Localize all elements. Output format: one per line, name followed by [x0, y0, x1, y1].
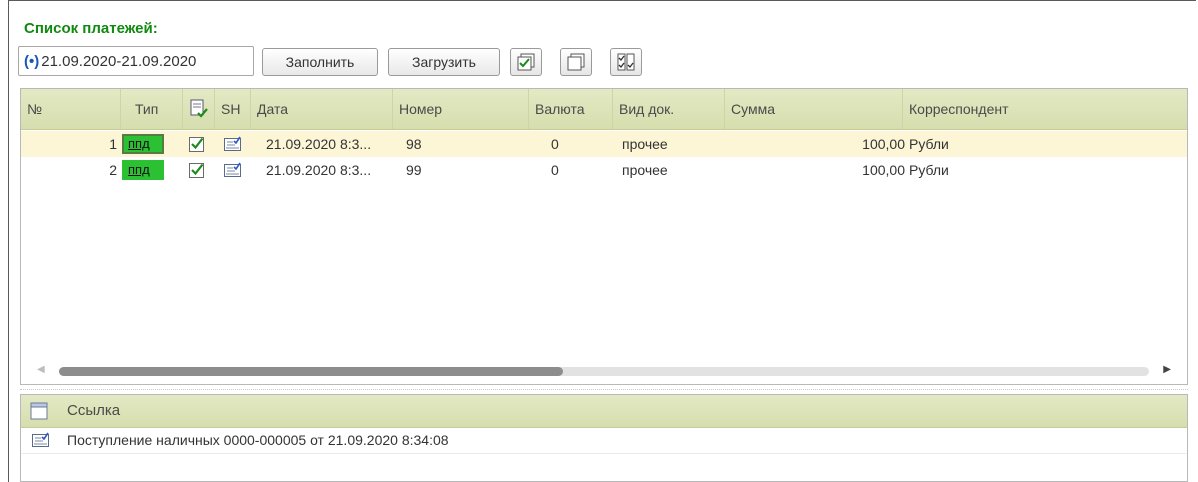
- col-header-vid[interactable]: Вид док.: [613, 89, 725, 129]
- horizontal-scrollbar[interactable]: ◀ ▶: [21, 359, 1187, 384]
- row-num: 1: [109, 136, 117, 152]
- scroll-left-icon[interactable]: ◀: [37, 364, 45, 375]
- scrollbar-thumb[interactable]: [59, 367, 563, 376]
- col-header-ref[interactable]: Ссылка: [67, 395, 120, 427]
- document-icon: [32, 432, 49, 447]
- row-vid: прочее: [622, 162, 668, 178]
- reference-link[interactable]: Поступление наличных 0000-000005 от 21.0…: [67, 427, 449, 453]
- document-icon: [30, 402, 48, 420]
- deselect-all-button[interactable]: [560, 48, 592, 76]
- period-indicator-icon: (•): [24, 52, 40, 70]
- row-doc[interactable]: [223, 131, 247, 157]
- period-selector[interactable]: (•) 21.09.2020-21.09.2020: [18, 46, 254, 76]
- table-row[interactable]: 2 ппд 21.09.2020 8:3... 99 0 прочее 100,…: [21, 157, 1187, 183]
- col-header-checked[interactable]: [183, 89, 215, 129]
- document-check-icon: [190, 99, 208, 118]
- col-header-tip[interactable]: Тип: [121, 89, 183, 129]
- col-header-num[interactable]: №: [21, 89, 121, 129]
- period-value: 21.09.2020-21.09.2020: [41, 52, 197, 70]
- fill-button[interactable]: Заполнить: [262, 48, 378, 76]
- checkbox-checked-icon: [189, 163, 204, 178]
- invert-selection-button[interactable]: [610, 48, 642, 76]
- table-row[interactable]: 1 ппд 21.09.2020 8:3... 98 0 прочее 100,…: [21, 131, 1187, 157]
- type-badge: ппд: [122, 134, 164, 154]
- table-header: № Тип SH Дата Номер Валюта Вид док. Сумм…: [21, 89, 1187, 130]
- document-icon: [224, 136, 241, 151]
- reference-table: Ссылка Поступление наличных 0000-000005 …: [20, 394, 1188, 482]
- col-header-nomer[interactable]: Номер: [393, 89, 529, 129]
- row-valuta: 0: [551, 136, 559, 152]
- scroll-right-icon[interactable]: ▶: [1163, 364, 1171, 375]
- row-summa: 100,00: [862, 162, 905, 178]
- reference-header: Ссылка: [21, 395, 1187, 428]
- check-all-icon: [517, 53, 535, 71]
- payments-table: № Тип SH Дата Номер Валюта Вид док. Сумм…: [20, 88, 1188, 385]
- col-header-date[interactable]: Дата: [251, 89, 393, 129]
- col-header-valuta[interactable]: Валюта: [529, 89, 613, 129]
- row-nomer: 98: [406, 136, 422, 152]
- row-summa: 100,00: [862, 136, 905, 152]
- row-vid: прочее: [622, 136, 668, 152]
- row-date: 21.09.2020 8:3...: [266, 162, 372, 178]
- col-header-summa[interactable]: Сумма: [725, 89, 903, 129]
- row-valuta: 0: [551, 162, 559, 178]
- row-checkbox[interactable]: [188, 131, 210, 157]
- row-korr: Рубли: [909, 162, 949, 178]
- page-title: Список платежей:: [24, 20, 158, 37]
- list-item[interactable]: Поступление наличных 0000-000005 от 21.0…: [21, 427, 1187, 454]
- load-button[interactable]: Загрузить: [388, 48, 500, 76]
- invert-check-icon: [617, 53, 635, 71]
- uncheck-all-icon: [567, 53, 585, 71]
- splitter[interactable]: [20, 389, 1188, 390]
- col-header-sh[interactable]: SH: [215, 89, 251, 129]
- type-badge: ппд: [122, 160, 164, 180]
- row-date: 21.09.2020 8:3...: [266, 136, 372, 152]
- checkbox-checked-icon: [189, 137, 204, 152]
- row-doc[interactable]: [223, 157, 247, 183]
- col-header-korr[interactable]: Корреспондент: [903, 89, 1187, 129]
- document-icon: [224, 162, 241, 177]
- row-nomer: 99: [406, 162, 422, 178]
- row-checkbox[interactable]: [188, 157, 210, 183]
- select-all-button[interactable]: [510, 48, 542, 76]
- row-korr: Рубли: [909, 136, 949, 152]
- row-num: 2: [109, 162, 117, 178]
